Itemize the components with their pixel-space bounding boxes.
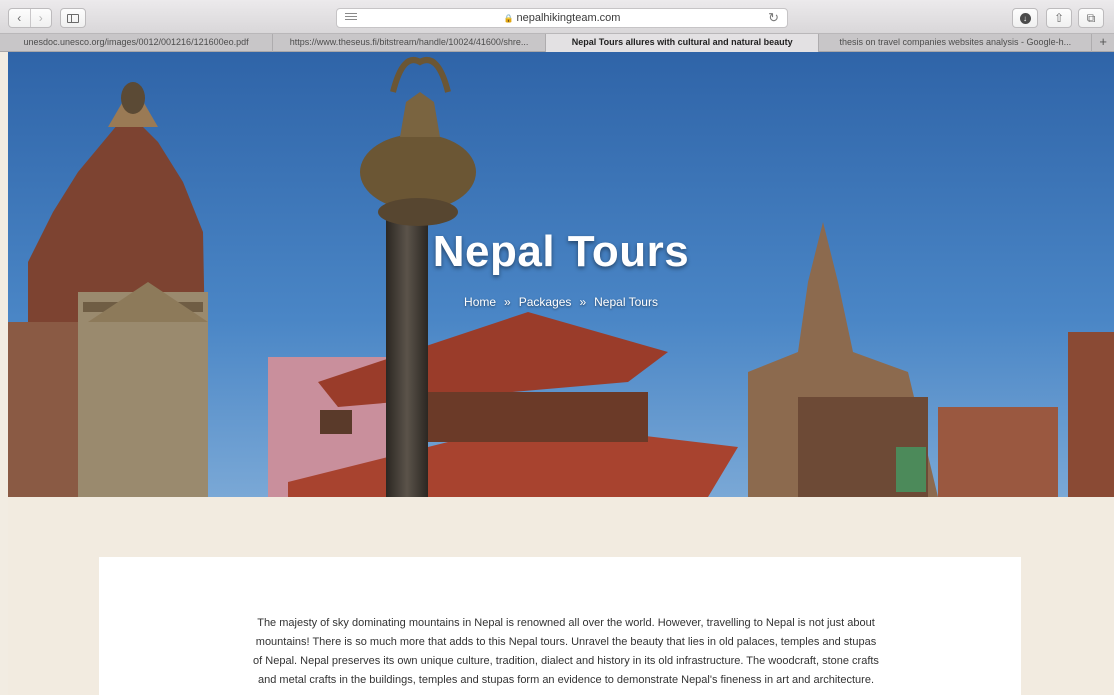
tabs-overview-button[interactable]: ⧉: [1078, 8, 1104, 28]
plus-icon: +: [1099, 34, 1107, 49]
intro-paragraph: The majesty of sky dominating mountains …: [253, 617, 879, 686]
share-icon: ⇧: [1053, 11, 1065, 25]
breadcrumb-home[interactable]: Home: [464, 295, 496, 309]
lock-icon: 🔒: [503, 13, 514, 23]
breadcrumb-separator: »: [504, 295, 511, 309]
address-bar[interactable]: 🔒 nepalhikingteam.com ↻: [336, 8, 788, 28]
tab-google-search[interactable]: thesis on travel companies websites anal…: [819, 34, 1093, 52]
new-tab-button[interactable]: +: [1092, 34, 1114, 51]
reload-icon[interactable]: ↻: [768, 10, 779, 26]
download-icon: ↓: [1019, 12, 1031, 24]
tabs-overview-icon: ⧉: [1086, 10, 1096, 25]
tab-nepal-tours[interactable]: Nepal Tours allures with cultural and na…: [546, 34, 820, 52]
tab-theseus[interactable]: https://www.theseus.fi/bitstream/handle/…: [273, 34, 547, 52]
tab-unesdoc[interactable]: unesdoc.unesco.org/images/0012/001216/12…: [0, 34, 274, 52]
sidebar-button[interactable]: [60, 8, 86, 28]
forward-button[interactable]: ›: [29, 9, 52, 27]
breadcrumb-current: Nepal Tours: [594, 295, 658, 309]
breadcrumb-separator: »: [579, 295, 587, 309]
address-url: nepalhikingteam.com: [516, 12, 621, 24]
share-button[interactable]: ⇧: [1046, 8, 1072, 28]
downloads-button[interactable]: ↓: [1012, 8, 1038, 28]
history-nav: ‹ ›: [8, 8, 52, 28]
reader-icon[interactable]: [345, 13, 357, 23]
breadcrumb: Home » Packages » Nepal Tours: [8, 295, 1114, 309]
tab-bar: unesdoc.unesco.org/images/0012/001216/12…: [0, 34, 1114, 52]
browser-toolbar: ‹ › 🔒 nepalhikingteam.com ↻ ↓ ⇧ ⧉: [0, 0, 1114, 34]
hero-banner: Nepal Tours Home » Packages » Nepal Tours: [8, 52, 1114, 497]
page-title: Nepal Tours: [432, 227, 690, 276]
sidebar-icon: [67, 13, 79, 23]
back-button[interactable]: ‹: [9, 9, 30, 27]
breadcrumb-packages[interactable]: Packages: [519, 295, 572, 309]
